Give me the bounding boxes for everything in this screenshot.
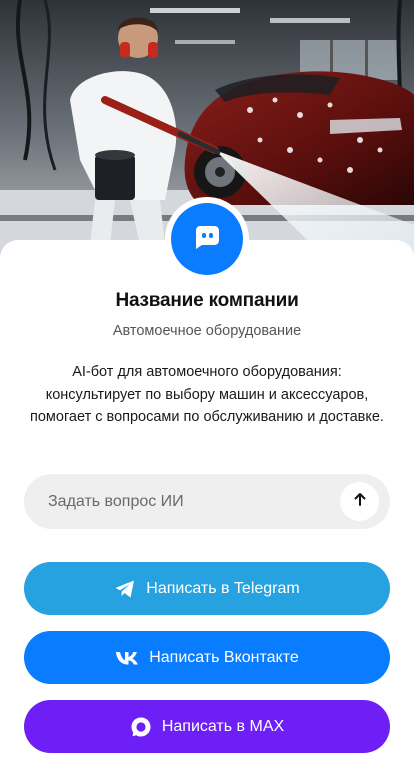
max-button-label: Написать в MAX [161, 717, 285, 735]
vk-button[interactable]: Написать Вконтакте [24, 631, 390, 684]
max-icon [130, 716, 152, 738]
company-name: Название компании [115, 290, 299, 311]
telegram-button-label: Написать в Telegram [146, 579, 300, 597]
company-subtitle: Автомоечное оборудование [112, 323, 302, 339]
ask-ai-box [24, 474, 390, 529]
telegram-button[interactable]: Написать в Telegram [24, 562, 390, 615]
chat-bot-icon [192, 222, 222, 257]
ask-ai-input[interactable] [48, 474, 348, 529]
company-description: AI-бот для автомоечного оборудования: ко… [30, 364, 384, 425]
telegram-icon [114, 579, 136, 599]
vk-button-label: Написать Вконтакте [149, 648, 299, 666]
vk-icon [115, 650, 139, 666]
send-button[interactable] [340, 482, 379, 521]
company-avatar [165, 197, 249, 281]
arrow-up-icon [352, 491, 368, 512]
max-button[interactable]: Написать в MAX [24, 700, 390, 753]
